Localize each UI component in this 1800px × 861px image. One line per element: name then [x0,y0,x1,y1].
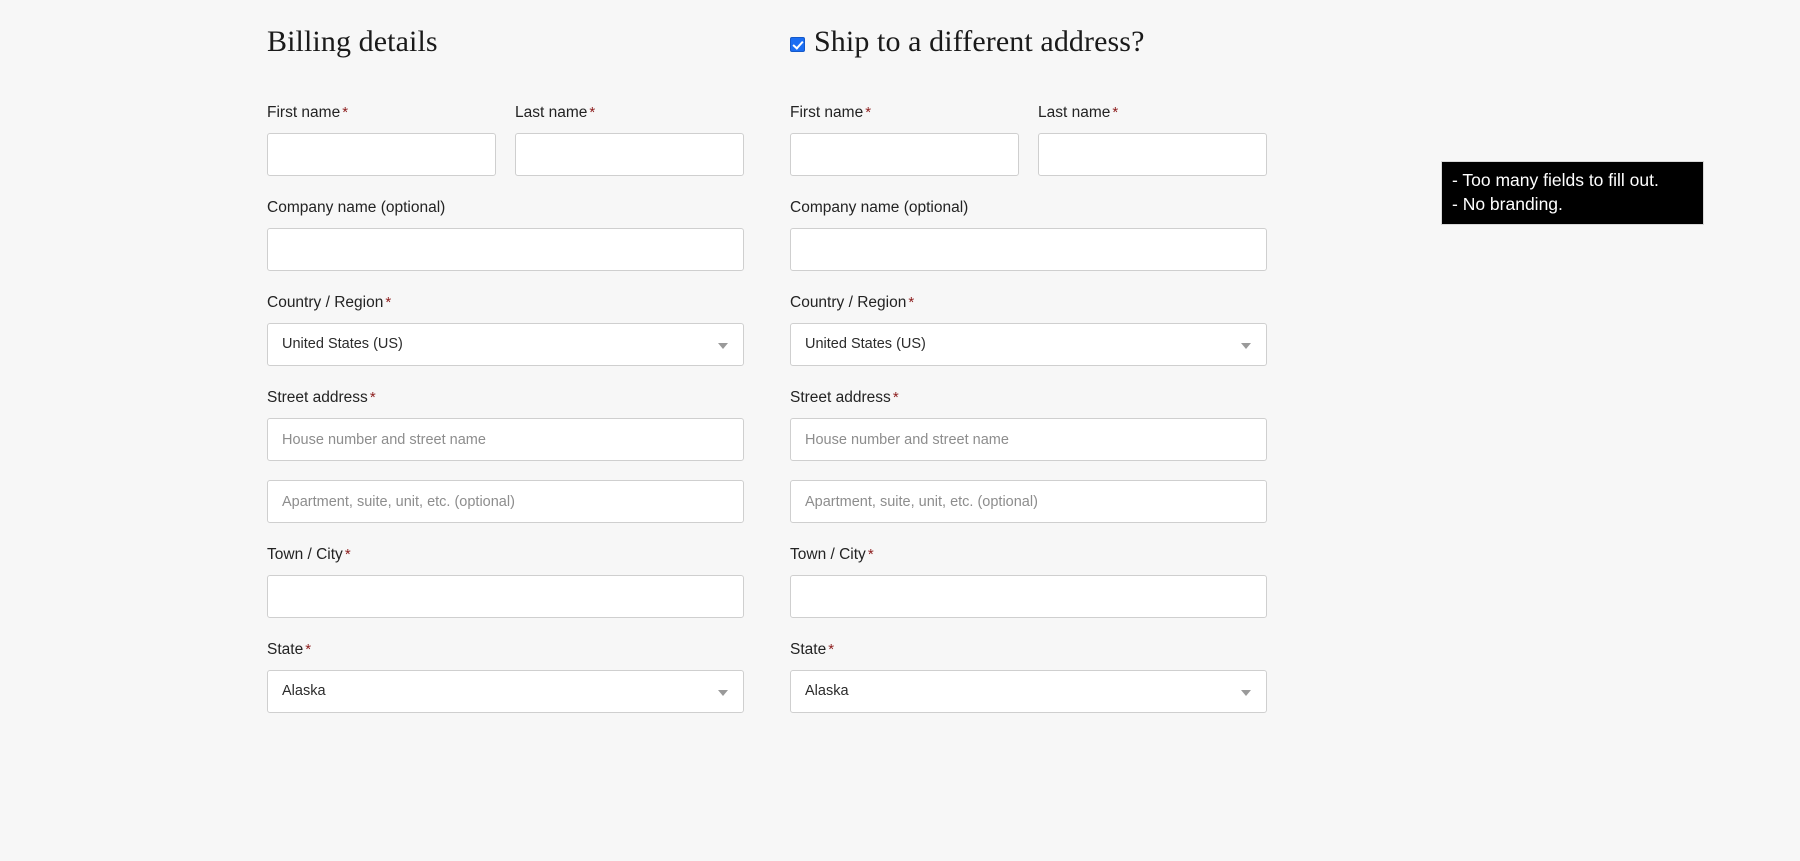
annotation-line-2: - No branding. [1452,194,1563,214]
billing-last-name-input[interactable] [515,133,744,176]
billing-city-group: Town / City * [267,545,744,618]
required-marker: * [1112,104,1119,121]
shipping-name-row-field: First name * Last name * [790,103,1267,176]
billing-street-group: Street address * [267,388,744,523]
shipping-company-group: Company name (optional) [790,198,1267,271]
required-marker: * [305,641,312,658]
shipping-city-label-text: Town / City [790,546,866,563]
shipping-name-row: First name * Last name * [790,103,1267,176]
billing-state-group: State * Alaska [267,640,744,713]
shipping-city-input[interactable] [790,575,1267,618]
required-marker: * [908,294,915,311]
billing-country-group: Country / Region * United States (US) [267,293,744,366]
shipping-first-name-group: First name * [790,103,1019,176]
shipping-city-group: Town / City * [790,545,1267,618]
shipping-state-label: State * [790,640,1267,659]
billing-country-select[interactable]: United States (US) [267,323,744,366]
billing-country-selected-value: United States (US) [282,336,403,352]
required-marker: * [589,104,596,121]
shipping-state-group: State * Alaska [790,640,1267,713]
shipping-street-group: Street address * [790,388,1267,523]
required-marker: * [344,546,351,563]
shipping-country-select-box[interactable]: United States (US) [790,323,1267,366]
shipping-country-group: Country / Region * United States (US) [790,293,1267,366]
shipping-company-label: Company name (optional) [790,199,969,216]
billing-last-name-group: Last name * [515,103,744,176]
ship-to-different-address-checkbox[interactable] [790,36,805,52]
billing-first-name-group: First name * [267,103,496,176]
billing-street-address-1-input[interactable] [267,418,744,461]
ship-to-different-address-label: Ship to a different address? [814,25,1145,58]
shipping-last-name-group: Last name * [1038,103,1267,176]
billing-company-input[interactable] [267,228,744,271]
ship-to-different-address-heading: Ship to a different address? [790,0,1267,57]
billing-name-row: First name * Last name * [267,103,744,176]
required-marker: * [369,389,376,406]
required-marker: * [867,546,874,563]
billing-state-label-text: State [267,641,304,658]
required-marker: * [892,389,899,406]
billing-country-select-box[interactable]: United States (US) [267,323,744,366]
shipping-street-address-1-input[interactable] [790,418,1267,461]
billing-name-row-field: First name * Last name * [267,103,744,176]
billing-details-heading: Billing details [267,25,438,58]
shipping-last-name-input[interactable] [1038,133,1267,176]
checkout-columns: Billing details First name * Last name * C… [267,0,1267,713]
annotation-line-1: - Too many fields to fill out. [1452,170,1659,190]
billing-street-label: Street address * [267,388,744,407]
required-marker: * [828,641,835,658]
billing-state-label: State * [267,640,744,659]
billing-details-column: Billing details First name * Last name * C… [267,0,744,713]
billing-state-select[interactable]: Alaska [267,670,744,713]
shipping-last-name-label-text: Last name [1038,104,1111,121]
shipping-state-select-box[interactable]: Alaska [790,670,1267,713]
shipping-state-selected-value: Alaska [805,683,849,699]
shipping-first-name-label-text: First name [790,104,864,121]
billing-street-label-text: Street address [267,389,368,406]
billing-first-name-label: First name * [267,103,496,122]
shipping-details-column: Ship to a different address? First name *… [790,0,1267,713]
billing-state-select-box[interactable]: Alaska [267,670,744,713]
billing-last-name-label-text: Last name [515,104,588,121]
shipping-street-label-text: Street address [790,389,891,406]
billing-first-name-label-text: First name [267,104,341,121]
billing-state-selected-value: Alaska [282,683,326,699]
shipping-company-input[interactable] [790,228,1267,271]
billing-city-label-text: Town / City [267,546,343,563]
billing-company-group: Company name (optional) [267,198,744,271]
shipping-country-selected-value: United States (US) [805,336,926,352]
billing-country-label: Country / Region * [267,293,744,312]
annotation-callout: - Too many fields to fill out. - No bran… [1441,161,1704,225]
shipping-first-name-input[interactable] [790,133,1019,176]
billing-street-address-2-input[interactable] [267,480,744,523]
shipping-country-label: Country / Region * [790,293,1267,312]
shipping-street-address-2-input[interactable] [790,480,1267,523]
billing-company-label: Company name (optional) [267,199,446,216]
shipping-first-name-label: First name * [790,103,1019,122]
billing-country-label-text: Country / Region [267,294,384,311]
required-marker: * [385,294,392,311]
shipping-city-label: Town / City * [790,545,1267,564]
shipping-street-label: Street address * [790,388,1267,407]
shipping-state-select[interactable]: Alaska [790,670,1267,713]
billing-city-input[interactable] [267,575,744,618]
shipping-state-label-text: State [790,641,827,658]
shipping-last-name-label: Last name * [1038,103,1267,122]
billing-first-name-input[interactable] [267,133,496,176]
shipping-country-select[interactable]: United States (US) [790,323,1267,366]
shipping-country-label-text: Country / Region [790,294,907,311]
required-marker: * [342,104,349,121]
checkout-page: Billing details First name * Last name * C… [0,0,1800,861]
required-marker: * [865,104,872,121]
billing-last-name-label: Last name * [515,103,744,122]
billing-city-label: Town / City * [267,545,744,564]
